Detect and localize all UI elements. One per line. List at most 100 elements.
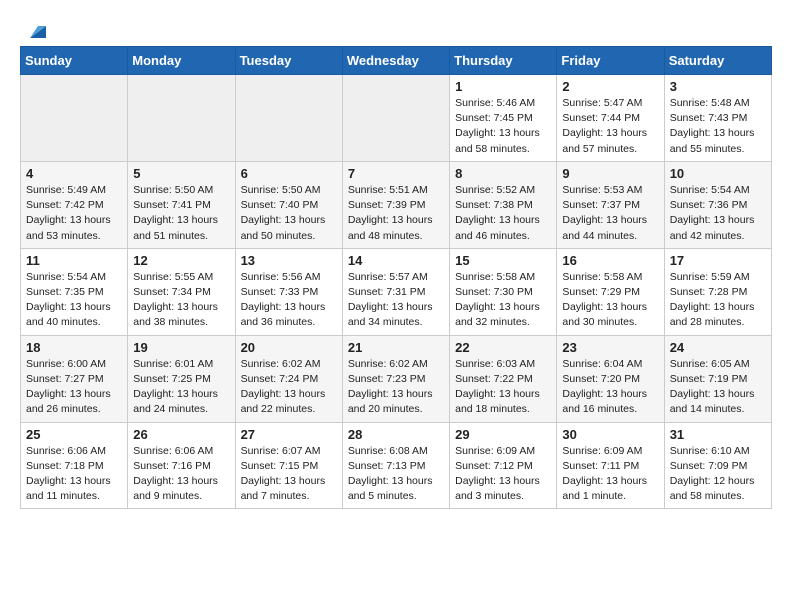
day-number: 17 (670, 253, 766, 268)
calendar-cell: 15 Sunrise: 5:58 AMSunset: 7:30 PMDayligh… (450, 248, 557, 335)
calendar-cell: 30 Sunrise: 6:09 AMSunset: 7:11 PMDayligh… (557, 422, 664, 509)
day-number: 15 (455, 253, 551, 268)
day-info: Sunrise: 6:03 AMSunset: 7:22 PMDaylight:… (455, 357, 551, 418)
day-number: 7 (348, 166, 444, 181)
day-info: Sunrise: 6:09 AMSunset: 7:12 PMDaylight:… (455, 444, 551, 505)
header-saturday: Saturday (664, 47, 771, 75)
day-info: Sunrise: 6:02 AMSunset: 7:24 PMDaylight:… (241, 357, 337, 418)
day-number: 24 (670, 340, 766, 355)
calendar-cell: 25 Sunrise: 6:06 AMSunset: 7:18 PMDayligh… (21, 422, 128, 509)
calendar-cell: 18 Sunrise: 6:00 AMSunset: 7:27 PMDayligh… (21, 335, 128, 422)
day-info: Sunrise: 5:55 AMSunset: 7:34 PMDaylight:… (133, 270, 229, 331)
day-info: Sunrise: 5:52 AMSunset: 7:38 PMDaylight:… (455, 183, 551, 244)
calendar-cell: 19 Sunrise: 6:01 AMSunset: 7:25 PMDayligh… (128, 335, 235, 422)
calendar-cell: 11 Sunrise: 5:54 AMSunset: 7:35 PMDayligh… (21, 248, 128, 335)
day-number: 18 (26, 340, 122, 355)
day-info: Sunrise: 6:09 AMSunset: 7:11 PMDaylight:… (562, 444, 658, 505)
calendar-cell: 22 Sunrise: 6:03 AMSunset: 7:22 PMDayligh… (450, 335, 557, 422)
day-info: Sunrise: 6:02 AMSunset: 7:23 PMDaylight:… (348, 357, 444, 418)
day-number: 8 (455, 166, 551, 181)
calendar-cell: 7 Sunrise: 5:51 AMSunset: 7:39 PMDaylight… (342, 161, 449, 248)
day-info: Sunrise: 6:06 AMSunset: 7:18 PMDaylight:… (26, 444, 122, 505)
calendar-cell: 3Sunrise: 5:48 AMSunset: 7:43 PMDaylight… (664, 75, 771, 162)
day-number: 26 (133, 427, 229, 442)
day-info: Sunrise: 5:58 AMSunset: 7:30 PMDaylight:… (455, 270, 551, 331)
day-number: 19 (133, 340, 229, 355)
day-info: Sunrise: 5:54 AMSunset: 7:36 PMDaylight:… (670, 183, 766, 244)
calendar-cell: 24 Sunrise: 6:05 AMSunset: 7:19 PMDayligh… (664, 335, 771, 422)
calendar-week-1: 1Sunrise: 5:46 AMSunset: 7:45 PMDaylight… (21, 75, 772, 162)
day-info: Sunrise: 5:51 AMSunset: 7:39 PMDaylight:… (348, 183, 444, 244)
calendar-cell (235, 75, 342, 162)
day-number: 28 (348, 427, 444, 442)
day-number: 13 (241, 253, 337, 268)
day-info: Sunrise: 5:56 AMSunset: 7:33 PMDaylight:… (241, 270, 337, 331)
logo-icon (24, 20, 46, 40)
header-thursday: Thursday (450, 47, 557, 75)
day-number: 9 (562, 166, 658, 181)
calendar-cell: 1Sunrise: 5:46 AMSunset: 7:45 PMDaylight… (450, 75, 557, 162)
calendar-cell: 5 Sunrise: 5:50 AMSunset: 7:41 PMDaylight… (128, 161, 235, 248)
calendar-week-2: 4Sunrise: 5:49 AMSunset: 7:42 PMDaylight… (21, 161, 772, 248)
calendar-cell: 26 Sunrise: 6:06 AMSunset: 7:16 PMDayligh… (128, 422, 235, 509)
day-info: Sunrise: 6:05 AMSunset: 7:19 PMDaylight:… (670, 357, 766, 418)
calendar-cell (21, 75, 128, 162)
day-number: 22 (455, 340, 551, 355)
header-monday: Monday (128, 47, 235, 75)
day-info: Sunrise: 5:50 AMSunset: 7:41 PMDaylight:… (133, 183, 229, 244)
day-number: 30 (562, 427, 658, 442)
calendar-cell: 6 Sunrise: 5:50 AMSunset: 7:40 PMDaylight… (235, 161, 342, 248)
calendar-table: SundayMondayTuesdayWednesdayThursdayFrid… (20, 46, 772, 509)
header-sunday: Sunday (21, 47, 128, 75)
day-number: 20 (241, 340, 337, 355)
day-info: Sunrise: 6:06 AMSunset: 7:16 PMDaylight:… (133, 444, 229, 505)
calendar-cell: 12 Sunrise: 5:55 AMSunset: 7:34 PMDayligh… (128, 248, 235, 335)
day-info: Sunrise: 5:54 AMSunset: 7:35 PMDaylight:… (26, 270, 122, 331)
day-number: 5 (133, 166, 229, 181)
day-number: 21 (348, 340, 444, 355)
day-number: 31 (670, 427, 766, 442)
calendar-cell: 23 Sunrise: 6:04 AMSunset: 7:20 PMDayligh… (557, 335, 664, 422)
day-number: 29 (455, 427, 551, 442)
calendar-cell: 27 Sunrise: 6:07 AMSunset: 7:15 PMDayligh… (235, 422, 342, 509)
day-info: Sunrise: 6:01 AMSunset: 7:25 PMDaylight:… (133, 357, 229, 418)
calendar-cell: 17 Sunrise: 5:59 AMSunset: 7:28 PMDayligh… (664, 248, 771, 335)
page-header (20, 20, 772, 36)
day-info: Sunrise: 6:00 AMSunset: 7:27 PMDaylight:… (26, 357, 122, 418)
day-info: Sunrise: 6:07 AMSunset: 7:15 PMDaylight:… (241, 444, 337, 505)
day-number: 4 (26, 166, 122, 181)
calendar-week-3: 11 Sunrise: 5:54 AMSunset: 7:35 PMDayligh… (21, 248, 772, 335)
day-number: 14 (348, 253, 444, 268)
day-info: Sunrise: 6:04 AMSunset: 7:20 PMDaylight:… (562, 357, 658, 418)
calendar-cell: 2Sunrise: 5:47 AMSunset: 7:44 PMDaylight… (557, 75, 664, 162)
calendar-cell: 9Sunrise: 5:53 AMSunset: 7:37 PMDaylight… (557, 161, 664, 248)
header-tuesday: Tuesday (235, 47, 342, 75)
day-number: 6 (241, 166, 337, 181)
logo (20, 20, 46, 36)
header-friday: Friday (557, 47, 664, 75)
day-info: Sunrise: 5:59 AMSunset: 7:28 PMDaylight:… (670, 270, 766, 331)
calendar-cell: 20 Sunrise: 6:02 AMSunset: 7:24 PMDayligh… (235, 335, 342, 422)
calendar-cell: 29 Sunrise: 6:09 AMSunset: 7:12 PMDayligh… (450, 422, 557, 509)
day-number: 25 (26, 427, 122, 442)
calendar-cell: 31 Sunrise: 6:10 AMSunset: 7:09 PMDayligh… (664, 422, 771, 509)
calendar-cell: 10 Sunrise: 5:54 AMSunset: 7:36 PMDayligh… (664, 161, 771, 248)
day-info: Sunrise: 5:58 AMSunset: 7:29 PMDaylight:… (562, 270, 658, 331)
day-info: Sunrise: 5:47 AMSunset: 7:44 PMDaylight:… (562, 96, 658, 157)
day-number: 27 (241, 427, 337, 442)
day-number: 10 (670, 166, 766, 181)
day-number: 12 (133, 253, 229, 268)
calendar-cell: 28 Sunrise: 6:08 AMSunset: 7:13 PMDayligh… (342, 422, 449, 509)
day-number: 23 (562, 340, 658, 355)
calendar-cell (342, 75, 449, 162)
day-info: Sunrise: 6:10 AMSunset: 7:09 PMDaylight:… (670, 444, 766, 505)
calendar-cell: 4Sunrise: 5:49 AMSunset: 7:42 PMDaylight… (21, 161, 128, 248)
calendar-cell: 8 Sunrise: 5:52 AMSunset: 7:38 PMDaylight… (450, 161, 557, 248)
calendar-cell: 14Sunrise: 5:57 AMSunset: 7:31 PMDayligh… (342, 248, 449, 335)
day-info: Sunrise: 5:48 AMSunset: 7:43 PMDaylight:… (670, 96, 766, 157)
day-number: 11 (26, 253, 122, 268)
calendar-week-4: 18 Sunrise: 6:00 AMSunset: 7:27 PMDayligh… (21, 335, 772, 422)
calendar-cell: 16Sunrise: 5:58 AMSunset: 7:29 PMDayligh… (557, 248, 664, 335)
day-info: Sunrise: 5:50 AMSunset: 7:40 PMDaylight:… (241, 183, 337, 244)
day-info: Sunrise: 6:08 AMSunset: 7:13 PMDaylight:… (348, 444, 444, 505)
